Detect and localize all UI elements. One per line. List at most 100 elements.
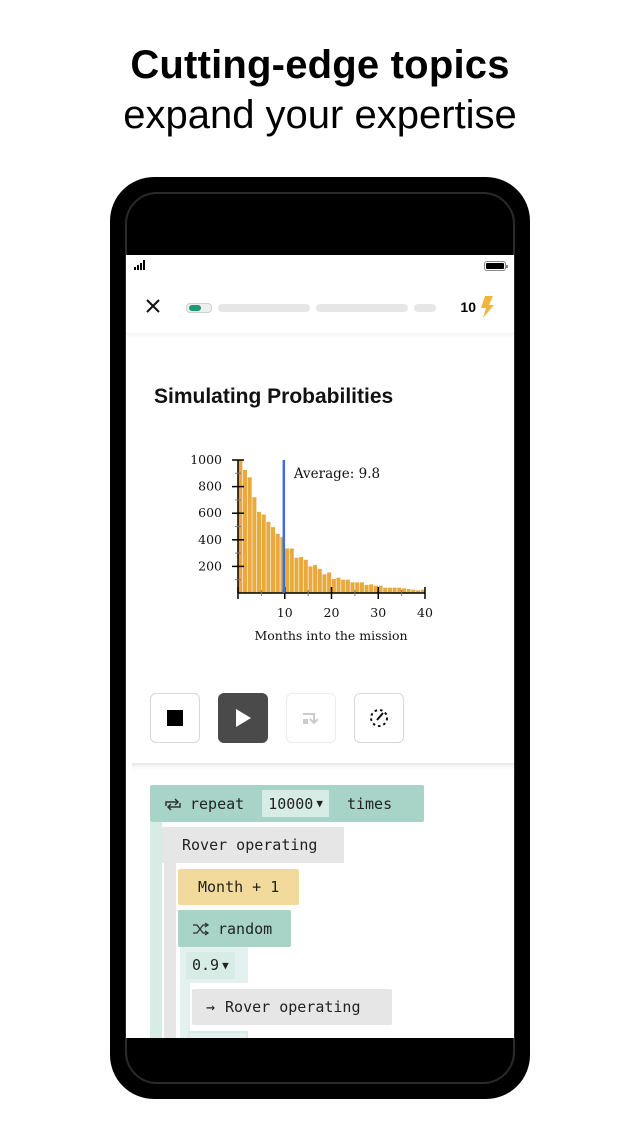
lesson-title: Simulating Probabilities (154, 385, 394, 408)
x-tick-label: 40 (417, 605, 433, 620)
histogram-bar (359, 582, 364, 593)
histogram-bar (383, 587, 388, 593)
close-icon (146, 299, 160, 313)
average-annotation: Average: 9.8 (293, 466, 380, 482)
histogram-bar (257, 511, 262, 593)
y-tick-label: 800 (198, 479, 222, 494)
repeat-label: repeat (190, 794, 245, 813)
random-rail (180, 983, 190, 1038)
state-rail (164, 863, 176, 1038)
probability-dropdown[interactable]: 0.9 ▼ (186, 951, 235, 979)
close-button[interactable] (144, 297, 162, 315)
x-tick-label: 20 (324, 605, 340, 620)
play-icon (236, 709, 251, 727)
histogram-bar (308, 566, 313, 593)
histogram-bar (392, 587, 397, 593)
histogram-bar (397, 587, 402, 593)
battery-icon (484, 261, 508, 271)
histogram-bar (266, 521, 271, 593)
histogram-bar (336, 577, 341, 593)
progress-fill (189, 305, 201, 311)
step-button[interactable] (286, 693, 336, 743)
x-axis-label: Months into the mission (254, 628, 407, 643)
state-block[interactable]: Rover operating (162, 827, 344, 863)
histogram-bar (285, 548, 290, 593)
histogram-bar (261, 514, 266, 593)
dropdown-caret-icon: ▼ (316, 797, 323, 810)
progress-segment (218, 304, 310, 312)
hero: Cutting-edge topics expand your expertis… (0, 40, 640, 140)
histogram-bar (322, 574, 327, 593)
repeat-count-dropdown[interactable]: 10000 ▼ (262, 790, 329, 817)
repeat-icon (165, 797, 181, 811)
histogram-bar (289, 548, 294, 593)
random-block[interactable]: random (178, 910, 291, 947)
histogram-bar (294, 557, 299, 593)
histogram-bar (299, 557, 304, 593)
histogram-bar (350, 582, 355, 593)
simulation-controls (150, 693, 404, 743)
month-expression-block[interactable]: Month + 1 (178, 869, 299, 905)
histogram-bar (271, 527, 276, 593)
histogram-bar (317, 569, 322, 593)
signal-icon (134, 260, 145, 270)
histogram-bar (387, 587, 392, 593)
y-tick-label: 1000 (190, 452, 222, 467)
histogram-bar (275, 533, 280, 593)
histogram-bar (331, 579, 336, 593)
repeat-count-value: 10000 (268, 794, 314, 813)
repeat-block[interactable]: repeat 10000 ▼ times (150, 785, 424, 822)
histogram-bar (364, 585, 369, 593)
histogram-bar (242, 469, 248, 593)
x-tick-label: 10 (277, 605, 293, 620)
histogram-bar (327, 572, 332, 593)
transition-target: Rover operating (225, 998, 361, 1016)
histogram-bar (369, 584, 374, 593)
progress-segment-current (186, 303, 212, 313)
progress-segment (414, 304, 436, 312)
stop-icon (167, 710, 183, 726)
dropdown-caret-icon: ▼ (222, 958, 229, 972)
repeat-rail (150, 822, 162, 1038)
transition-block[interactable]: → Rover operating (192, 989, 392, 1025)
code-editor: repeat 10000 ▼ times Rover operating Mont… (132, 763, 514, 1038)
energy-count: 10 (460, 299, 476, 315)
probability-value: 0.9 (192, 956, 220, 974)
random-label: random (218, 919, 273, 938)
progress-segment (316, 304, 408, 312)
histogram-bar (373, 585, 378, 593)
speed-dial-icon (370, 709, 388, 727)
play-button[interactable] (218, 693, 268, 743)
histogram-bar (341, 579, 346, 593)
state-label: Rover operating (182, 836, 318, 854)
probability-slot (188, 1031, 248, 1038)
lesson-progress (186, 303, 436, 313)
subheadline: expand your expertise (123, 93, 517, 137)
step-icon (303, 713, 319, 725)
status-bar (126, 255, 514, 277)
histogram-bar (303, 559, 308, 593)
y-tick-label: 600 (198, 505, 222, 520)
probability-slot: 0.9 ▼ (180, 947, 248, 983)
y-tick-label: 400 (198, 532, 222, 547)
histogram-bar (247, 477, 252, 593)
histogram-bar (252, 497, 257, 593)
app-screen: 10 Simulating Probabilities 200 400 600 800… (126, 255, 514, 1038)
histogram-bar (313, 565, 318, 593)
x-tick-label: 30 (370, 605, 386, 620)
lesson-topbar: 10 (126, 283, 514, 334)
times-label: times (346, 794, 393, 813)
month-expression: Month + 1 (198, 878, 280, 896)
histogram-bar (355, 582, 360, 593)
y-tick-label: 200 (198, 558, 222, 573)
histogram-bar (378, 585, 383, 593)
histogram-chart: 200 400 600 800 1000 10 20 30 40 Average: 9.8 Mon… (190, 452, 433, 643)
stop-button[interactable] (150, 693, 200, 743)
speed-button[interactable] (354, 693, 404, 743)
energy-counter[interactable]: 10 (460, 296, 494, 318)
shuffle-icon (193, 921, 210, 936)
lightning-bolt-icon (481, 296, 494, 318)
histogram-bar (345, 579, 350, 593)
arrow-icon: → (206, 998, 216, 1016)
headline: Cutting-edge topics (130, 43, 510, 87)
